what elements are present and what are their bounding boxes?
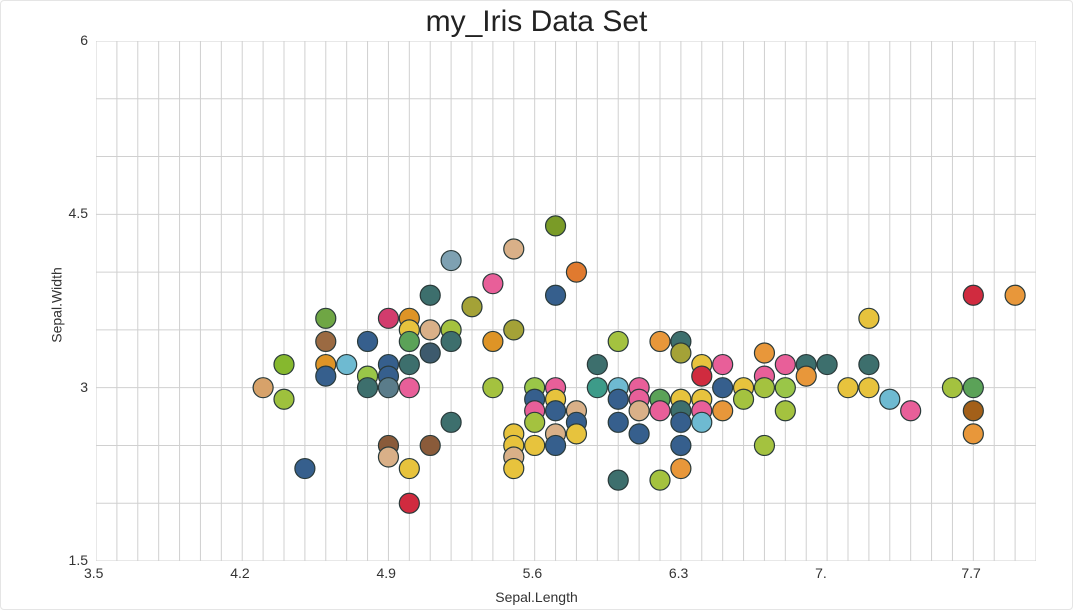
scatter-point[interactable] [963,378,983,398]
scatter-point[interactable] [859,355,879,375]
scatter-point[interactable] [399,355,419,375]
x-tick-label: 3.5 [84,565,103,581]
scatter-point[interactable] [901,401,921,421]
scatter-point[interactable] [316,308,336,328]
scatter-point[interactable] [420,285,440,305]
scatter-point[interactable] [378,308,398,328]
scatter-point[interactable] [399,459,419,479]
x-tick-label: 5.6 [523,565,542,581]
scatter-point[interactable] [546,285,566,305]
x-tick-label: 4.2 [230,565,249,581]
scatter-point[interactable] [546,401,566,421]
scatter-point[interactable] [378,447,398,467]
scatter-point[interactable] [337,355,357,375]
scatter-point[interactable] [608,389,628,409]
scatter-point[interactable] [441,251,461,271]
scatter-point[interactable] [420,435,440,455]
scatter-point[interactable] [441,412,461,432]
scatter-point[interactable] [587,378,607,398]
x-tick-label: 6.3 [669,565,688,581]
scatter-point[interactable] [274,389,294,409]
scatter-point[interactable] [378,378,398,398]
scatter-point[interactable] [629,401,649,421]
chart-title: my_Iris Data Set [1,5,1072,39]
scatter-point[interactable] [525,435,545,455]
scatter-point[interactable] [525,412,545,432]
scatter-point[interactable] [504,239,524,259]
scatter-point[interactable] [587,355,607,375]
scatter-point[interactable] [692,366,712,386]
scatter-point[interactable] [734,389,754,409]
scatter-point[interactable] [316,366,336,386]
scatter-point[interactable] [253,378,273,398]
x-tick-label: 7. [815,565,827,581]
scatter-point[interactable] [399,378,419,398]
scatter-point[interactable] [713,355,733,375]
scatter-point[interactable] [316,331,336,351]
scatter-point[interactable] [671,435,691,455]
scatter-point[interactable] [462,297,482,317]
scatter-point[interactable] [546,216,566,236]
scatter-point[interactable] [754,435,774,455]
y-axis-label: Sepal.Width [49,267,65,342]
scatter-point[interactable] [713,401,733,421]
scatter-point[interactable] [963,285,983,305]
scatter-point[interactable] [754,343,774,363]
scatter-point[interactable] [775,355,795,375]
scatter-point[interactable] [963,401,983,421]
scatter-point[interactable] [629,424,649,444]
scatter-point[interactable] [399,493,419,513]
y-tick-label: 6 [80,32,88,48]
scatter-point[interactable] [650,401,670,421]
scatter-point[interactable] [566,424,586,444]
scatter-point[interactable] [775,401,795,421]
scatter-point[interactable] [504,459,524,479]
scatter-point[interactable] [671,459,691,479]
scatter-point[interactable] [546,435,566,455]
x-axis-label: Sepal.Length [1,589,1072,605]
scatter-point[interactable] [399,331,419,351]
scatter-point[interactable] [566,262,586,282]
scatter-point[interactable] [859,378,879,398]
scatter-point[interactable] [713,378,733,398]
scatter-point[interactable] [775,378,795,398]
scatter-point[interactable] [1005,285,1025,305]
y-tick-label: 4.5 [69,205,88,221]
scatter-point[interactable] [608,470,628,490]
scatter-point[interactable] [692,412,712,432]
scatter-point[interactable] [295,459,315,479]
scatter-point[interactable] [671,412,691,432]
scatter-point[interactable] [608,412,628,432]
scatter-point[interactable] [483,378,503,398]
scatter-point[interactable] [880,389,900,409]
plot-svg [96,41,1036,561]
scatter-point[interactable] [796,366,816,386]
scatter-point[interactable] [671,343,691,363]
scatter-point[interactable] [942,378,962,398]
x-tick-label: 4.9 [376,565,395,581]
chart-container: my_Iris Data Set Sepal.Width Sepal.Lengt… [0,0,1073,610]
scatter-point[interactable] [274,355,294,375]
scatter-point[interactable] [608,331,628,351]
scatter-point[interactable] [420,343,440,363]
scatter-point[interactable] [504,320,524,340]
y-tick-label: 3 [80,379,88,395]
scatter-point[interactable] [817,355,837,375]
scatter-point[interactable] [358,378,378,398]
scatter-point[interactable] [441,331,461,351]
scatter-point[interactable] [963,424,983,444]
scatter-point[interactable] [650,331,670,351]
scatter-point[interactable] [859,308,879,328]
scatter-point[interactable] [754,378,774,398]
scatter-point[interactable] [420,320,440,340]
scatter-point[interactable] [358,331,378,351]
scatter-point[interactable] [838,378,858,398]
x-tick-label: 7.7 [961,565,980,581]
scatter-point[interactable] [483,274,503,294]
scatter-point[interactable] [650,470,670,490]
gridlines [96,41,1036,561]
scatter-point[interactable] [483,331,503,351]
